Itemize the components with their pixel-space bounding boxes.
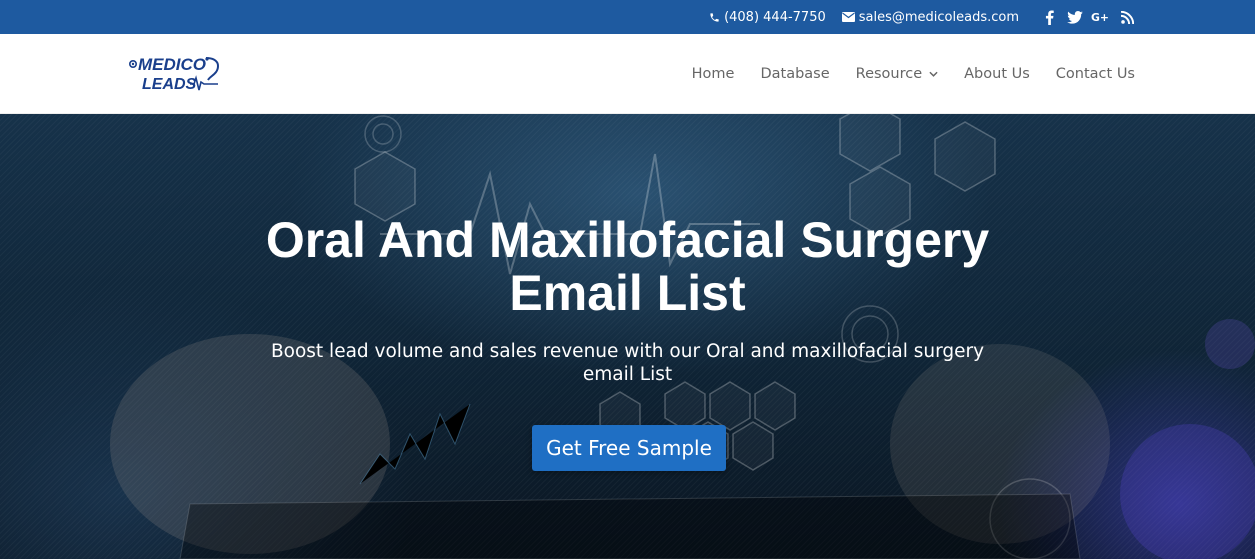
svg-text:MEDICO: MEDICO xyxy=(138,55,206,74)
top-contact-bar: (408) 444-7750 sales@medicoleads.com G+ xyxy=(0,0,1255,34)
svg-text:G+: G+ xyxy=(1091,11,1109,24)
nav-contact-us[interactable]: Contact Us xyxy=(1056,66,1135,82)
main-nav: Home Database Resource About Us Contact … xyxy=(666,34,1135,114)
hero-title: Oral And Maxillofacial Surgery Email Lis… xyxy=(265,212,990,321)
envelope-icon xyxy=(841,12,855,22)
social-links: G+ xyxy=(1033,7,1137,27)
hero-content: Oral And Maxillofacial Surgery Email Lis… xyxy=(0,114,1255,559)
get-free-sample-button[interactable]: Get Free Sample xyxy=(532,425,726,471)
phone-contact[interactable]: (408) 444-7750 xyxy=(709,10,826,25)
nav-about-us[interactable]: About Us xyxy=(964,66,1030,82)
medicoleads-logo[interactable]: MEDICO LEADS xyxy=(128,54,224,96)
phone-number: (408) 444-7750 xyxy=(724,9,826,25)
email-contact[interactable]: sales@medicoleads.com xyxy=(841,9,1019,25)
twitter-icon[interactable] xyxy=(1065,7,1085,27)
hero-section: Oral And Maxillofacial Surgery Email Lis… xyxy=(0,114,1255,559)
site-header: MEDICO LEADS Home Database Resource Abou… xyxy=(0,34,1255,114)
email-address: sales@medicoleads.com xyxy=(858,9,1019,25)
facebook-icon[interactable] xyxy=(1039,7,1059,27)
hero-subtitle: Boost lead volume and sales revenue with… xyxy=(270,341,985,385)
nav-resource[interactable]: Resource xyxy=(856,66,939,82)
svg-text:LEADS: LEADS xyxy=(142,76,197,93)
phone-icon xyxy=(710,12,719,22)
google-plus-icon[interactable]: G+ xyxy=(1091,7,1111,27)
chevron-down-icon xyxy=(929,71,938,77)
nav-database[interactable]: Database xyxy=(760,66,829,82)
rss-icon[interactable] xyxy=(1117,7,1137,27)
nav-resource-label: Resource xyxy=(855,66,923,82)
nav-home[interactable]: Home xyxy=(692,66,735,82)
